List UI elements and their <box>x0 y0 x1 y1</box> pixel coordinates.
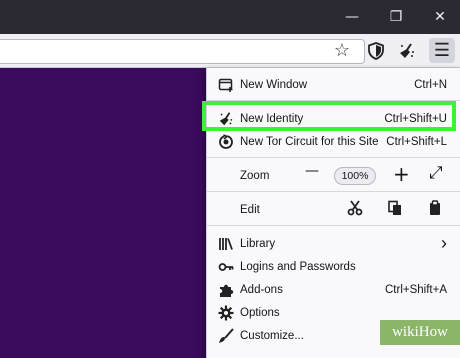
url-bar[interactable] <box>0 39 365 64</box>
library-icon <box>217 235 235 253</box>
title-bar: — ❐ ✕ <box>0 0 460 34</box>
new-identity-broom-icon[interactable] <box>394 38 420 63</box>
menu-item-label: Customize... <box>240 329 304 342</box>
navigation-toolbar: ☆ ☰ <box>0 34 460 68</box>
new-identity-highlight <box>202 101 456 131</box>
paintbrush-icon <box>217 327 235 345</box>
fullscreen-icon[interactable]: ⤢ <box>429 163 443 183</box>
restore-button[interactable]: ❐ <box>376 0 416 34</box>
shortcut-label: Ctrl+Shift+A <box>385 283 447 296</box>
menu-separator <box>207 157 460 158</box>
gear-icon <box>217 304 235 322</box>
menu-item-label: New Window <box>240 78 308 91</box>
shortcut-label: Ctrl+N <box>414 78 447 91</box>
tor-circuit-icon <box>217 133 235 151</box>
menu-item-label: Add-ons <box>240 283 283 296</box>
minimize-button[interactable]: — <box>332 0 372 34</box>
menu-item-label: Logins and Passwords <box>240 260 356 273</box>
edit-label: Edit <box>240 203 260 216</box>
menu-item-new-window[interactable]: New Window Ctrl+N <box>207 73 460 96</box>
paste-clipboard-icon[interactable] <box>427 200 443 219</box>
menu-item-label: Options <box>240 306 280 319</box>
zoom-in-button[interactable]: + <box>393 162 410 186</box>
zoom-out-button[interactable]: — <box>305 163 319 179</box>
zoom-label: Zoom <box>240 169 270 182</box>
key-icon <box>217 258 235 276</box>
hamburger-menu-icon[interactable]: ☰ <box>429 38 455 63</box>
menu-item-new-tor-circuit[interactable]: New Tor Circuit for this Site Ctrl+Shift… <box>207 130 460 153</box>
shortcut-label: Ctrl+Shift+L <box>386 135 447 148</box>
menu-item-label: Library <box>240 237 276 250</box>
new-window-icon <box>217 76 235 94</box>
bookmark-star-icon[interactable]: ☆ <box>329 38 355 63</box>
watermark: wikiHow <box>380 320 460 345</box>
menu-item-addons[interactable]: Add-ons Ctrl+Shift+A <box>207 278 460 301</box>
edit-row: Edit <box>207 198 460 221</box>
cut-scissors-icon[interactable] <box>347 200 363 219</box>
puzzle-piece-icon <box>217 281 235 299</box>
close-button[interactable]: ✕ <box>420 0 460 34</box>
shield-icon[interactable] <box>363 38 389 63</box>
menu-separator <box>207 225 460 226</box>
chevron-right-icon: › <box>441 233 447 253</box>
menu-item-library[interactable]: Library › <box>207 232 460 255</box>
menu-item-label: New Tor Circuit for this Site <box>240 135 379 148</box>
menu-separator <box>207 191 460 192</box>
menu-item-logins-passwords[interactable]: Logins and Passwords <box>207 255 460 278</box>
copy-icon[interactable] <box>387 200 403 219</box>
zoom-row: Zoom — 100% + ⤢ <box>207 162 460 187</box>
zoom-reset-button[interactable]: 100% <box>334 167 376 185</box>
